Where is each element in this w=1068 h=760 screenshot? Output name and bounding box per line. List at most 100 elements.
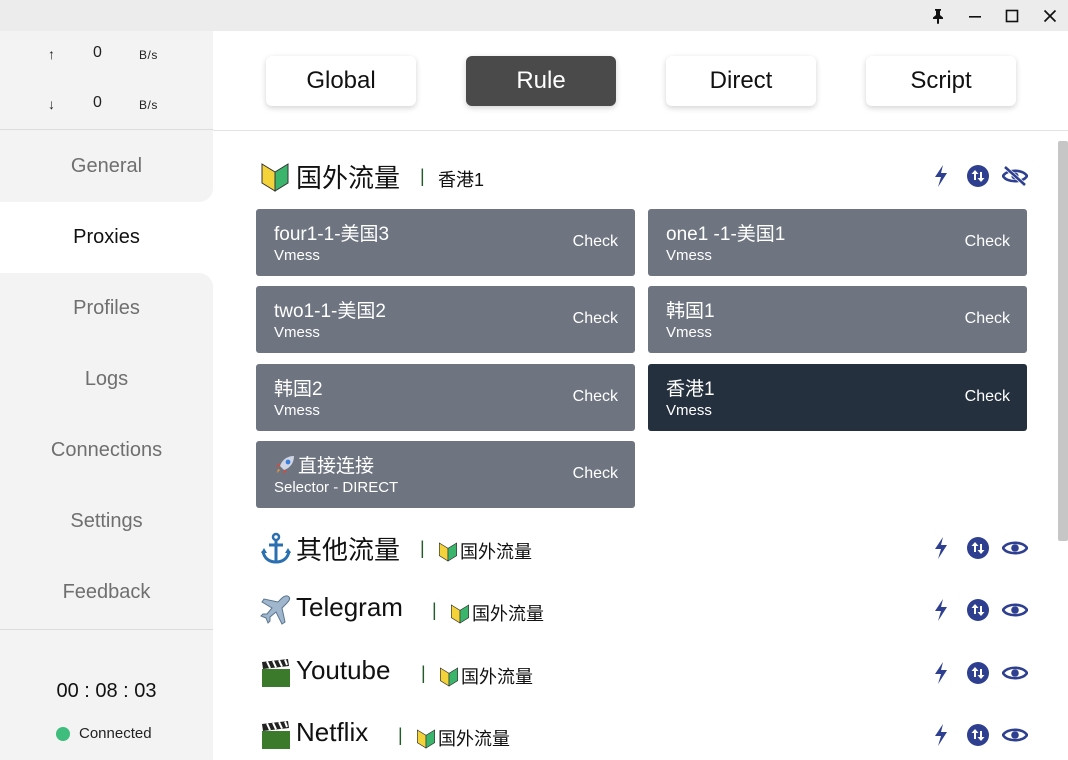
status-panel: 00 : 08 : 03 Connected: [0, 629, 213, 760]
group-name: 国外流量: [296, 163, 401, 193]
rocket-icon: [276, 455, 294, 474]
proxy-card[interactable]: 直接连接 Selector - DIRECT Check: [256, 441, 635, 508]
airplane-icon: [260, 594, 294, 626]
proxy-card[interactable]: four1-1-美国3 Vmess Check: [256, 209, 635, 276]
group-separator: |: [421, 663, 426, 683]
beginner-badge-icon: [260, 160, 294, 192]
mode-script-button[interactable]: Script: [866, 56, 1016, 106]
group-selected: 国外流量: [438, 538, 532, 564]
close-icon[interactable]: [1032, 0, 1068, 31]
sidebar-item-feedback[interactable]: Feedback: [0, 557, 213, 628]
proxy-card-selected[interactable]: 香港1 Vmess Check: [648, 364, 1027, 431]
sidebar-item-profiles[interactable]: Profiles: [0, 273, 213, 344]
latency-test-icon[interactable]: [928, 163, 954, 189]
sort-icon[interactable]: [965, 163, 991, 189]
mode-global-button[interactable]: Global: [266, 56, 416, 106]
mode-bar: Global Rule Direct Script: [213, 31, 1068, 131]
pin-icon[interactable]: [920, 0, 956, 31]
group-header[interactable]: 其他流量 | 国外流量: [260, 530, 1030, 566]
check-button[interactable]: Check: [573, 310, 618, 328]
proxy-type: Vmess: [274, 402, 320, 419]
proxy-name: 直接连接: [298, 456, 375, 477]
group-header[interactable]: 国外流量 | 香港1: [260, 158, 1030, 194]
eye-icon[interactable]: [1002, 535, 1028, 561]
proxy-name: 韩国2: [274, 379, 323, 400]
check-button[interactable]: Check: [965, 388, 1010, 406]
group-separator: |: [432, 600, 437, 620]
group-selected: 国外流量: [439, 663, 533, 689]
check-button[interactable]: Check: [573, 388, 618, 406]
proxy-card[interactable]: two1-1-美国2 Vmess Check: [256, 286, 635, 353]
proxy-card[interactable]: one1 -1-美国1 Vmess Check: [648, 209, 1027, 276]
beginner-badge-icon: [439, 542, 457, 562]
group-selected: 国外流量: [416, 725, 510, 751]
scrollbar[interactable]: [1058, 141, 1068, 541]
proxy-type: Vmess: [666, 324, 712, 341]
sidebar: ↑ 0 B/s ↓ 0 B/s General Proxies Profiles…: [0, 31, 213, 760]
hide-eye-icon[interactable]: [1002, 163, 1028, 189]
mode-direct-button[interactable]: Direct: [666, 56, 816, 106]
uptime-timer: 00 : 08 : 03: [56, 680, 157, 702]
beginner-badge-icon: [417, 729, 435, 749]
group-separator: |: [420, 166, 425, 186]
proxy-name: four1-1-美国3: [274, 224, 390, 245]
group-separator: |: [420, 538, 425, 558]
mode-rule-button[interactable]: Rule: [466, 56, 616, 106]
sidebar-item-settings[interactable]: Settings: [0, 486, 213, 557]
proxy-card[interactable]: 韩国1 Vmess Check: [648, 286, 1027, 353]
check-button[interactable]: Check: [965, 233, 1010, 251]
sidebar-item-general[interactable]: General: [0, 131, 213, 202]
latency-test-icon[interactable]: [928, 660, 954, 686]
upload-arrow-icon: ↑: [48, 46, 55, 62]
beginner-badge-icon: [451, 604, 469, 624]
eye-icon[interactable]: [1002, 660, 1028, 686]
proxy-type: Selector - DIRECT: [274, 479, 399, 496]
status-dot-icon: [56, 726, 70, 741]
sidebar-item-proxies[interactable]: Proxies: [0, 202, 213, 273]
proxy-name-wrap: 直接连接: [274, 451, 374, 478]
clapper-board-icon: [260, 657, 294, 689]
group-header[interactable]: Youtube | 国外流量: [260, 655, 1030, 691]
download-value: 0: [93, 94, 102, 111]
download-arrow-icon: ↓: [48, 96, 55, 112]
group-name: Netflix: [296, 717, 369, 747]
group-separator: |: [398, 725, 403, 745]
latency-test-icon[interactable]: [928, 722, 954, 748]
eye-icon[interactable]: [1002, 722, 1028, 748]
proxy-name: 香港1: [666, 379, 715, 400]
proxy-card[interactable]: 韩国2 Vmess Check: [256, 364, 635, 431]
group-header[interactable]: Telegram | 国外流量: [260, 592, 1030, 628]
maximize-icon[interactable]: [994, 0, 1030, 31]
upload-unit: B/s: [139, 48, 158, 62]
check-button[interactable]: Check: [965, 310, 1010, 328]
check-button[interactable]: Check: [573, 465, 618, 483]
upload-speed: ↑ 0 B/s: [0, 44, 213, 68]
sort-icon[interactable]: [965, 535, 991, 561]
proxy-type: Vmess: [666, 247, 712, 264]
group-header[interactable]: Netflix | 国外流量: [260, 717, 1030, 753]
sort-icon[interactable]: [965, 722, 991, 748]
proxy-type: Vmess: [666, 402, 712, 419]
connection-label: Connected: [79, 725, 152, 742]
sidebar-nav: General Proxies Profiles Logs Connection…: [0, 131, 213, 628]
group-selected-label: 国外流量: [460, 542, 532, 562]
group-selected-label: 国外流量: [461, 667, 533, 687]
minimize-icon[interactable]: [957, 0, 993, 31]
beginner-badge-icon: [440, 667, 458, 687]
sort-icon[interactable]: [965, 597, 991, 623]
anchor-icon: [260, 532, 294, 564]
download-speed: ↓ 0 B/s: [0, 94, 213, 118]
proxy-groups: 国外流量 | 香港1 four1-1-美国3 Vmess Check one1 …: [213, 131, 1068, 760]
sort-icon[interactable]: [965, 660, 991, 686]
latency-test-icon[interactable]: [928, 535, 954, 561]
proxy-type: Vmess: [274, 247, 320, 264]
latency-test-icon[interactable]: [928, 597, 954, 623]
group-name: 其他流量: [296, 535, 401, 565]
sidebar-item-logs[interactable]: Logs: [0, 344, 213, 415]
check-button[interactable]: Check: [573, 233, 618, 251]
eye-icon[interactable]: [1002, 597, 1028, 623]
group-selected: 香港1: [438, 170, 485, 190]
sidebar-item-connections[interactable]: Connections: [0, 415, 213, 486]
clapper-board-icon: [260, 719, 294, 751]
group-name: Youtube: [296, 655, 391, 685]
